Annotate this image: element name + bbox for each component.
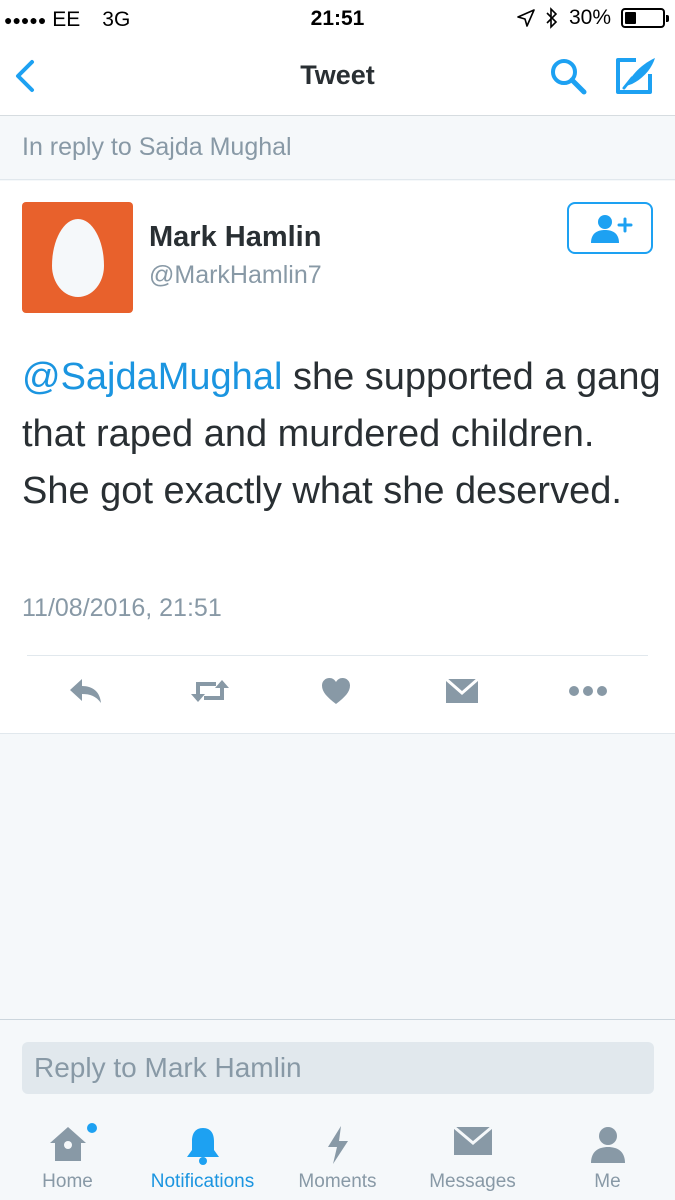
heart-icon [322,678,350,704]
tweet-text: @SajdaMughal she supported a gang that r… [22,349,662,520]
tweet-detail-card: Mark Hamlin @MarkHamlin7 @SajdaMughal sh… [0,181,675,734]
navigation-bar: Tweet [0,38,675,116]
reply-button[interactable] [61,671,111,711]
tab-bar: Home Notifications Moments Messages Me [0,1101,675,1200]
reply-bar [0,1019,675,1101]
status-right: 30% [517,6,669,30]
tab-messages[interactable]: Messages [405,1101,540,1200]
home-notification-dot [87,1123,97,1133]
tweet-actions [0,671,675,721]
default-egg-avatar-icon [52,219,104,297]
follow-button[interactable] [567,202,653,254]
reply-input[interactable] [22,1042,654,1094]
tweet-timestamp: 11/08/2016, 21:51 [22,594,222,622]
envelope-icon [445,677,479,703]
tab-label: Home [42,1171,93,1192]
bell-icon [186,1128,219,1165]
search-button[interactable] [548,56,588,96]
retweet-icon [191,680,229,702]
tab-notifications[interactable]: Notifications [135,1101,270,1200]
compose-icon [616,58,655,94]
home-icon [49,1127,86,1161]
envelope-icon [452,1125,493,1155]
like-button[interactable] [311,671,361,711]
avatar[interactable] [22,202,133,313]
lightning-icon [327,1126,348,1164]
author-handle[interactable]: @MarkHamlin7 [149,261,322,290]
direct-message-button[interactable] [437,671,487,711]
reply-context-label[interactable]: In reply to Sajda Mughal [0,116,675,180]
reply-icon [70,679,101,703]
tab-label: Moments [298,1171,377,1192]
battery-tip [666,15,669,22]
battery-icon [621,8,669,28]
divider [27,655,648,656]
tab-home[interactable]: Home [0,1101,135,1200]
retweet-button[interactable] [185,671,235,711]
tab-label: Notifications [150,1171,255,1192]
search-icon [551,59,587,95]
status-bar: ●●●●● EE 3G 21:51 30% [0,0,675,38]
compose-tweet-button[interactable] [612,54,658,98]
more-dots-icon [569,686,607,696]
tab-moments[interactable]: Moments [270,1101,405,1200]
more-options-button[interactable] [563,671,613,711]
add-user-icon [591,215,633,243]
person-icon [590,1127,625,1163]
tab-label: Me [594,1171,621,1192]
tab-me[interactable]: Me [540,1101,675,1200]
battery-percent: 30% [568,6,611,29]
mention-link[interactable]: @SajdaMughal [22,356,282,398]
location-icon [517,9,535,27]
tab-label: Messages [429,1171,516,1192]
author-name[interactable]: Mark Hamlin [149,221,321,254]
battery-fill [625,12,636,24]
bluetooth-icon [546,7,558,29]
